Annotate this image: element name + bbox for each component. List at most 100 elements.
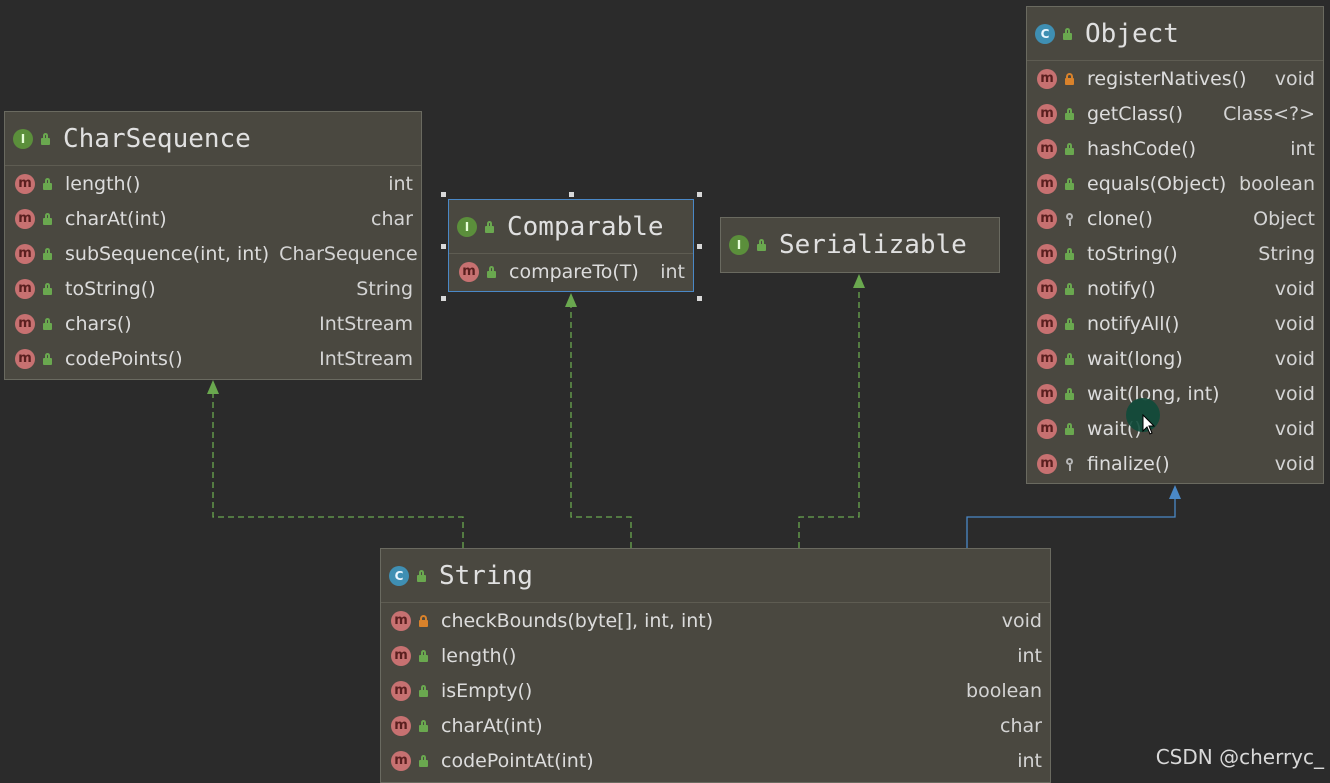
method-return-type: int: [1017, 749, 1042, 772]
serializable-node[interactable]: I Serializable: [720, 217, 1000, 273]
private-icon: [417, 614, 431, 628]
charsequence-node[interactable]: I CharSequence m length() int m charAt(int) c…: [4, 111, 422, 380]
method-return-type: char: [371, 207, 413, 230]
edge-string-implements-charsequence: [212, 392, 464, 548]
method-icon: m: [15, 173, 35, 194]
method-row[interactable]: m equals(Object) boolean: [1027, 166, 1323, 201]
method-row[interactable]: m hashCode() int: [1027, 131, 1323, 166]
edge-string-implements-serializable: [798, 287, 860, 548]
method-row[interactable]: m isEmpty() boolean: [381, 673, 1050, 708]
method-name: checkBounds(byte[], int, int): [441, 609, 714, 632]
method-row[interactable]: m length() int: [5, 166, 421, 201]
method-row[interactable]: m codePoints() IntStream: [5, 341, 421, 376]
method-return-type: boolean: [1239, 172, 1315, 195]
method-row[interactable]: m clone() Object: [1027, 201, 1323, 236]
method-return-type: void: [1274, 277, 1315, 300]
method-return-type: void: [1274, 67, 1315, 90]
public-icon: [1063, 142, 1077, 156]
method-return-type: Object: [1253, 207, 1315, 230]
method-name: length(): [65, 172, 141, 195]
public-icon: [41, 282, 55, 296]
public-icon: [41, 247, 55, 261]
public-icon: [1063, 317, 1077, 331]
selection-handle[interactable]: [697, 296, 702, 301]
method-icon: m: [15, 348, 35, 369]
method-row[interactable]: m toString() String: [5, 271, 421, 306]
selection-handle[interactable]: [697, 192, 702, 197]
protected-icon: [1063, 212, 1077, 226]
class-icon: C: [1035, 23, 1055, 44]
method-icon: m: [1037, 68, 1057, 89]
method-return-type: char: [1000, 714, 1042, 737]
string-header: C String: [381, 549, 1050, 603]
method-row[interactable]: m charAt(int) char: [381, 708, 1050, 743]
method-row[interactable]: m toString() String: [1027, 236, 1323, 271]
selection-handle[interactable]: [441, 192, 446, 197]
selection-handle[interactable]: [697, 244, 702, 249]
method-icon: m: [1037, 313, 1057, 334]
method-row[interactable]: m getClass() Class<?>: [1027, 96, 1323, 131]
method-name: length(): [441, 644, 517, 667]
method-name: equals(Object): [1087, 172, 1227, 195]
object-node[interactable]: C Object m registerNatives() void m getClass…: [1026, 6, 1324, 484]
interface-icon: I: [457, 216, 477, 237]
public-icon: [1063, 422, 1077, 436]
comparable-title: Comparable: [507, 211, 664, 242]
method-row[interactable]: m wait(long, int) void: [1027, 376, 1323, 411]
arrowhead-comparable: [565, 293, 577, 307]
method-row[interactable]: m length() int: [381, 638, 1050, 673]
method-row[interactable]: m compareTo(T) int: [449, 254, 693, 289]
charsequence-methods: m length() int m charAt(int) char m subSequence…: [5, 166, 421, 376]
comparable-methods: m compareTo(T) int: [449, 254, 693, 289]
method-row[interactable]: m wait() void: [1027, 411, 1323, 446]
object-methods: m registerNatives() void m getClass() Class<?…: [1027, 61, 1323, 481]
selection-handle[interactable]: [441, 244, 446, 249]
charsequence-title: CharSequence: [63, 123, 251, 154]
method-name: toString(): [1087, 242, 1178, 265]
method-name: charAt(int): [441, 714, 543, 737]
method-row[interactable]: m wait(long) void: [1027, 341, 1323, 376]
method-return-type: void: [1274, 417, 1315, 440]
method-row[interactable]: m chars() IntStream: [5, 306, 421, 341]
edge-string-implements-comparable: [570, 306, 632, 548]
string-node[interactable]: C String m checkBounds(byte[], int, int) v…: [380, 548, 1051, 783]
method-return-type: IntStream: [319, 347, 413, 370]
string-methods: m checkBounds(byte[], int, int) void m lengt…: [381, 603, 1050, 778]
method-icon: m: [1037, 103, 1057, 124]
private-icon: [1063, 72, 1077, 86]
selection-handle[interactable]: [569, 192, 574, 197]
selection-handle[interactable]: [441, 296, 446, 301]
object-header: C Object: [1027, 7, 1323, 61]
public-icon: [1063, 282, 1077, 296]
method-row[interactable]: m registerNatives() void: [1027, 61, 1323, 96]
method-return-type: void: [1001, 609, 1042, 632]
method-return-type: boolean: [966, 679, 1042, 702]
public-icon: [417, 719, 431, 733]
method-icon: m: [391, 610, 411, 631]
public-icon: [483, 220, 497, 234]
method-return-type: String: [1258, 242, 1315, 265]
method-return-type: void: [1274, 382, 1315, 405]
method-name: compareTo(T): [509, 260, 639, 283]
method-icon: m: [1037, 278, 1057, 299]
method-row[interactable]: m notify() void: [1027, 271, 1323, 306]
method-icon: m: [391, 750, 411, 771]
method-icon: m: [1037, 383, 1057, 404]
public-icon: [1063, 107, 1077, 121]
method-row[interactable]: m codePointAt(int) int: [381, 743, 1050, 778]
method-name: chars(): [65, 312, 132, 335]
method-row[interactable]: m notifyAll() void: [1027, 306, 1323, 341]
method-row[interactable]: m checkBounds(byte[], int, int) void: [381, 603, 1050, 638]
public-icon: [1063, 352, 1077, 366]
public-icon: [1063, 387, 1077, 401]
method-name: subSequence(int, int): [65, 242, 270, 265]
public-icon: [417, 684, 431, 698]
method-name: notify(): [1087, 277, 1156, 300]
comparable-node[interactable]: I Comparable m compareTo(T) int: [448, 199, 694, 292]
method-row[interactable]: m finalize() void: [1027, 446, 1323, 481]
method-row[interactable]: m subSequence(int, int) CharSequence: [5, 236, 421, 271]
method-icon: m: [1037, 418, 1057, 439]
interface-icon: I: [729, 235, 749, 255]
method-name: finalize(): [1087, 452, 1170, 475]
method-row[interactable]: m charAt(int) char: [5, 201, 421, 236]
